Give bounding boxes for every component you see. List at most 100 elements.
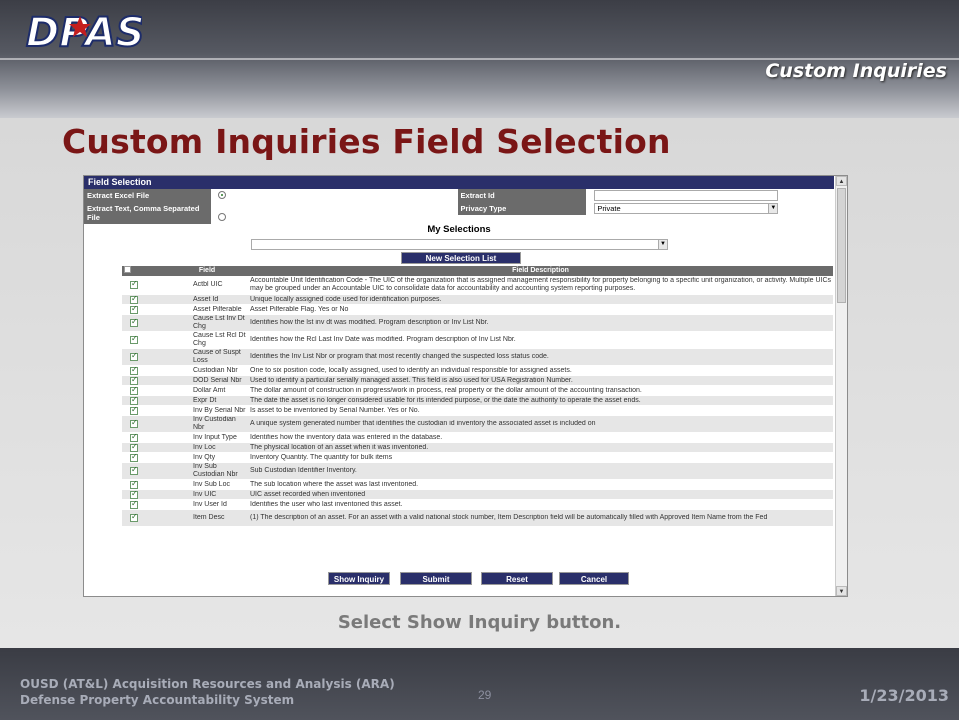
row-select-cell: [122, 443, 166, 452]
row-checkbox[interactable]: [130, 466, 138, 475]
row-checkbox[interactable]: [130, 513, 138, 522]
field-description: Accountable Unit Identification Code - T…: [250, 277, 832, 292]
scroll-down-icon[interactable]: ▼: [836, 586, 847, 596]
table-row: Cause Lst Rcl Dt Chg Identifies how the R…: [122, 332, 833, 349]
row-checkbox[interactable]: [130, 443, 138, 452]
show-inquiry-button[interactable]: Show Inquiry: [328, 572, 390, 585]
table-body: Actbl UIC Accountable Unit Identification…: [122, 276, 833, 527]
slide-caption: Select Show Inquiry button.: [337, 612, 622, 633]
row-select-cell: [122, 276, 166, 294]
table-row: Inv UIC UIC asset recorded when inventori…: [122, 490, 833, 500]
row-checkbox[interactable]: [130, 500, 138, 509]
field-description: (1) The description of an asset. For an …: [250, 514, 768, 521]
row-select-cell: [122, 386, 166, 395]
field-name: Dollar Amt: [193, 386, 226, 394]
field-description: Unique locally assigned code used for id…: [250, 295, 442, 303]
my-selections-label: My Selections: [427, 224, 491, 235]
action-bar: Show Inquiry Submit Reset Cancel: [84, 572, 835, 586]
row-select-cell: [122, 490, 166, 499]
row-checkbox[interactable]: [130, 352, 138, 361]
privacy-type-select[interactable]: Private ▼: [594, 203, 779, 214]
field-description: Is asset to be inventoried by Serial Num…: [250, 406, 420, 414]
select-all-checkbox[interactable]: [124, 266, 131, 273]
row-checkbox[interactable]: [130, 335, 138, 344]
field-description: Used to identify a particular serially m…: [250, 376, 573, 384]
field-description: Identifies the user who last inventoried…: [250, 500, 403, 508]
extract-row-1: Extract Excel File Extract Id: [84, 189, 835, 202]
privacy-type-cell: Private ▼: [586, 202, 835, 224]
new-selection-list-button[interactable]: New Selection List: [401, 252, 521, 264]
field-description: The physical location of an asset when i…: [250, 443, 429, 451]
row-checkbox[interactable]: [130, 280, 138, 289]
field-name: Custodian Nbr: [193, 366, 238, 374]
field-description: One to six position code, locally assign…: [250, 366, 572, 374]
row-select-cell: [122, 510, 166, 526]
row-checkbox[interactable]: [130, 406, 138, 415]
row-select-cell: [122, 295, 166, 304]
row-checkbox[interactable]: [130, 376, 138, 385]
extract-text-radio[interactable]: [217, 213, 226, 221]
panel-title: Field Selection: [84, 176, 834, 189]
field-description: A unique system generated number that id…: [250, 420, 596, 427]
row-select-cell: [122, 500, 166, 509]
row-checkbox[interactable]: [130, 419, 138, 428]
field-name: Cause Lst Rcl Dt Chg: [193, 332, 246, 347]
field-name: Inv UIC: [193, 490, 217, 498]
slide-footer: OUSD (AT&L) Acquisition Resources and An…: [0, 648, 959, 720]
row-checkbox[interactable]: [130, 480, 138, 489]
vertical-scrollbar[interactable]: ▲ ▼: [835, 176, 847, 596]
chevron-down-icon: ▼: [658, 240, 667, 249]
row-checkbox[interactable]: [130, 366, 138, 375]
row-checkbox[interactable]: [130, 305, 138, 314]
field-name: Inv Loc: [193, 443, 216, 451]
row-checkbox[interactable]: [130, 386, 138, 395]
reset-button[interactable]: Reset: [481, 572, 553, 585]
row-select-cell: [122, 416, 166, 432]
field-table: Select/Deselect Field Field Description …: [122, 266, 833, 527]
row-select-cell: [122, 480, 166, 489]
field-name: Actbl UIC: [193, 281, 223, 288]
field-description: Identifies how the lst inv dt was modifi…: [250, 319, 489, 326]
row-checkbox[interactable]: [130, 295, 138, 304]
row-select-cell: [122, 305, 166, 314]
extract-text-label: Extract Text, Comma Separated File: [84, 202, 211, 224]
field-name: Item Desc: [193, 514, 225, 521]
field-name: DOD Serial Nbr: [193, 376, 242, 384]
field-name: Cause Lst Inv Dt Chg: [193, 315, 245, 330]
row-select-cell: [122, 349, 166, 365]
extract-id-label: Extract Id: [457, 189, 587, 202]
field-name: Expr Dt: [193, 396, 217, 404]
field-description: The sub location where the asset was las…: [250, 480, 419, 488]
submit-button[interactable]: Submit: [400, 572, 472, 585]
description-header: Field Description: [512, 267, 569, 274]
table-row: Inv Input Type Identifies how the invento…: [122, 433, 833, 443]
row-checkbox[interactable]: [130, 433, 138, 442]
extract-excel-cell: [210, 189, 458, 202]
cancel-button[interactable]: Cancel: [559, 572, 629, 585]
row-checkbox[interactable]: [130, 318, 138, 327]
extract-id-input[interactable]: [594, 190, 779, 201]
slide-title: Custom Inquiries Field Selection: [62, 122, 671, 161]
dpas-logo: DPAS: [22, 8, 146, 57]
field-description: The date the asset is no longer consider…: [250, 396, 641, 404]
field-name: Asset Pilferable: [193, 305, 242, 313]
row-checkbox[interactable]: [130, 453, 138, 462]
footer-line-2: Defense Property Accountability System: [20, 693, 295, 707]
table-row: Inv Sub Loc The sub location where the as…: [122, 480, 833, 490]
slide-date: 1/23/2013: [859, 686, 949, 705]
extract-text-cell: [210, 202, 458, 224]
field-name: Inv User Id: [193, 500, 227, 508]
extract-excel-radio[interactable]: [217, 191, 226, 199]
table-row: Custodian Nbr One to six position code, l…: [122, 366, 833, 376]
my-selections-select[interactable]: ▼: [251, 239, 668, 250]
row-checkbox[interactable]: [130, 490, 138, 499]
scrollbar-thumb[interactable]: [837, 188, 846, 303]
table-row: Inv User Id Identifies the user who last …: [122, 500, 833, 510]
scroll-up-icon[interactable]: ▲: [836, 176, 847, 186]
table-row: Expr Dt The date the asset is no longer c…: [122, 396, 833, 406]
field-description: Inventory Quantity. The quantity for bul…: [250, 453, 393, 461]
field-name: Asset Id: [193, 295, 219, 303]
extract-id-cell: [586, 189, 835, 202]
select-deselect-header[interactable]: Select/Deselect: [122, 266, 173, 284]
row-checkbox[interactable]: [130, 396, 138, 405]
